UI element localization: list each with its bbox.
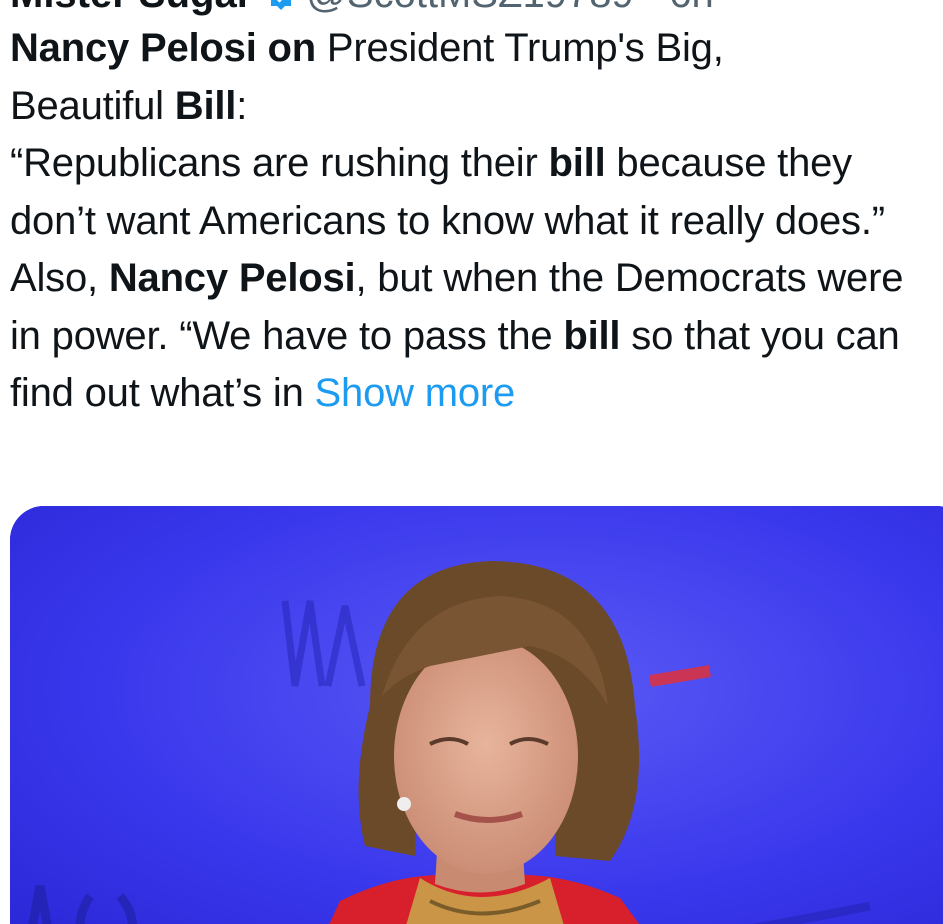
bold-word: bill bbox=[563, 313, 621, 358]
text-span: “Republicans are rushing their bbox=[10, 141, 549, 185]
author-name[interactable]: Mister Sugar bbox=[10, 0, 252, 16]
bold-phrase: Nancy Pelosi on bbox=[10, 26, 316, 70]
show-more-link[interactable]: Show more bbox=[315, 371, 516, 415]
text-span: : bbox=[236, 83, 248, 128]
bold-word: Bill bbox=[174, 83, 237, 128]
tweet-line-heading-cont: Beautiful Bill: bbox=[10, 78, 935, 136]
bold-phrase: Nancy Pelosi bbox=[108, 256, 356, 300]
tweet-text: Nancy Pelosi on President Trump's Big, B… bbox=[10, 20, 935, 423]
bold-word: bill bbox=[548, 141, 606, 185]
author-handle[interactable]: @ScottMSZ19789 · 6h bbox=[306, 0, 713, 16]
text-span: President Trump's Big, bbox=[316, 26, 724, 70]
tweet-media-image[interactable] bbox=[10, 506, 943, 924]
tweet: Mister Sugar @ScottMSZ19789 · 6h Nancy Pe… bbox=[0, 0, 943, 924]
verified-badge-icon bbox=[266, 0, 296, 10]
tweet-quote-paragraph: “Republicans are rushing their bill beca… bbox=[10, 135, 935, 250]
tweet-second-paragraph: Also, Nancy Pelosi, but when the Democra… bbox=[10, 250, 935, 423]
text-span: Beautiful bbox=[10, 83, 175, 128]
text-span: Also, bbox=[10, 256, 109, 300]
tweet-line-heading: Nancy Pelosi on President Trump's Big, bbox=[10, 20, 935, 78]
tweet-author-header: Mister Sugar @ScottMSZ19789 · 6h bbox=[10, 0, 714, 14]
media-photo bbox=[10, 506, 943, 924]
